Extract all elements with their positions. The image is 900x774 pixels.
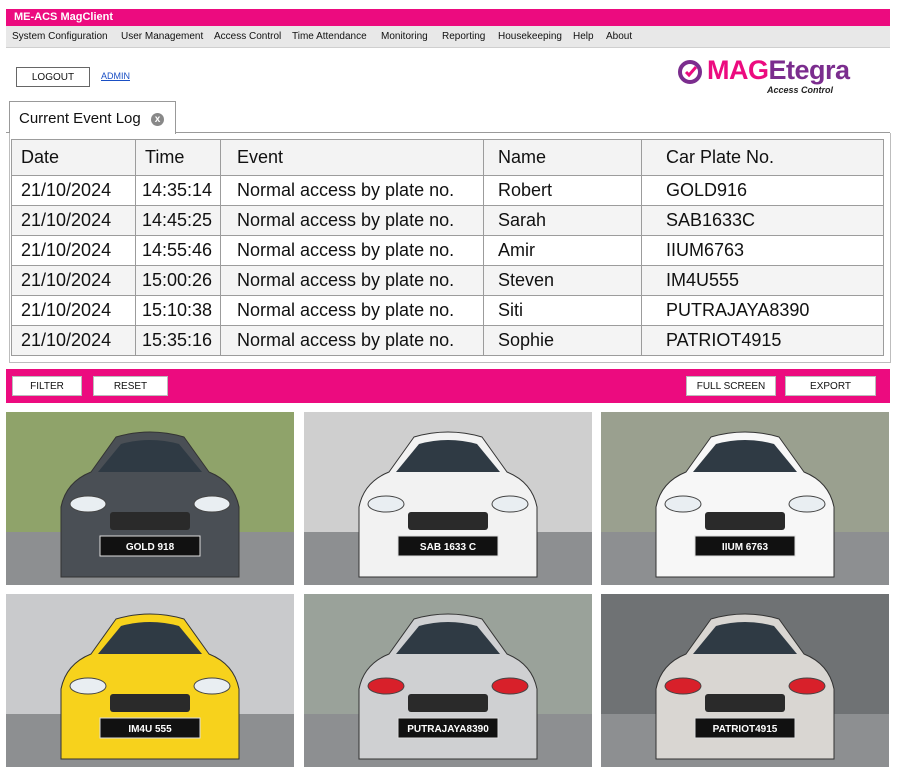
table-row[interactable]: 21/10/2024 14:55:46 Normal access by plate… [11, 235, 884, 266]
cell-event: Normal access by plate no. [220, 295, 484, 326]
cell-time: 14:55:46 [135, 235, 221, 266]
plate-text: IM4U 555 [128, 724, 172, 735]
cell-name: Amir [483, 235, 642, 266]
column-header-car-plate[interactable]: Car Plate No. [641, 139, 884, 176]
cell-car-plate: IM4U555 [641, 265, 884, 296]
plate-capture-photo[interactable]: SAB 1633 C [304, 412, 592, 585]
cell-date: 21/10/2024 [11, 325, 136, 356]
table-row[interactable]: 21/10/2024 15:10:38 Normal access by plate… [11, 295, 884, 326]
menu-system-configuration[interactable]: System Configuration [12, 31, 108, 42]
menu-access-control[interactable]: Access Control [214, 31, 281, 42]
cell-time: 14:35:14 [135, 175, 221, 206]
menu-monitoring[interactable]: Monitoring [381, 31, 428, 42]
cell-date: 21/10/2024 [11, 235, 136, 266]
cell-time: 15:10:38 [135, 295, 221, 326]
filter-button[interactable]: FILTER [12, 376, 82, 396]
reset-button[interactable]: RESET [93, 376, 168, 396]
cell-event: Normal access by plate no. [220, 325, 484, 356]
cell-name: Steven [483, 265, 642, 296]
close-tab-icon[interactable]: x [151, 113, 164, 126]
column-header-name[interactable]: Name [483, 139, 642, 176]
menu-time-attendance[interactable]: Time Attendance [292, 31, 367, 42]
brand-name: MAGEtegra [707, 55, 850, 85]
menu-housekeeping[interactable]: Housekeeping [498, 31, 562, 42]
plate-capture-photo[interactable]: IM4U 555 [6, 594, 294, 767]
plate-text: IIUM 6763 [722, 542, 769, 553]
brand-mark-icon [678, 60, 702, 84]
export-button[interactable]: EXPORT [785, 376, 876, 396]
menu-bar: System Configuration User Management Acc… [6, 26, 890, 48]
menu-reporting[interactable]: Reporting [442, 31, 485, 42]
cell-date: 21/10/2024 [11, 265, 136, 296]
cell-name: Sophie [483, 325, 642, 356]
column-header-time[interactable]: Time [135, 139, 221, 176]
brand-subtitle: Access Control [767, 85, 834, 95]
full-screen-button[interactable]: FULL SCREEN [686, 376, 776, 396]
cell-event: Normal access by plate no. [220, 175, 484, 206]
cell-event: Normal access by plate no. [220, 205, 484, 236]
column-header-event[interactable]: Event [220, 139, 484, 176]
cell-name: Robert [483, 175, 642, 206]
plate-text: PUTRAJAYA8390 [407, 724, 489, 735]
menu-user-management[interactable]: User Management [121, 31, 203, 42]
menu-help[interactable]: Help [573, 31, 594, 42]
cell-event: Normal access by plate no. [220, 235, 484, 266]
menu-about[interactable]: About [606, 31, 632, 42]
cell-car-plate: PUTRAJAYA8390 [641, 295, 884, 326]
app-title-bar: ME-ACS MagClient [6, 9, 890, 26]
table-row[interactable]: 21/10/2024 15:00:26 Normal access by plate… [11, 265, 884, 296]
cell-date: 21/10/2024 [11, 175, 136, 206]
cell-car-plate: PATRIOT4915 [641, 325, 884, 356]
cell-name: Sarah [483, 205, 642, 236]
table-row[interactable]: 21/10/2024 14:35:14 Normal access by plate… [11, 175, 884, 206]
table-row[interactable]: 21/10/2024 15:35:16 Normal access by plate… [11, 325, 884, 356]
cell-time: 15:35:16 [135, 325, 221, 356]
plate-capture-photo[interactable]: PUTRAJAYA8390 [304, 594, 592, 767]
cell-car-plate: SAB1633C [641, 205, 884, 236]
event-log-table: Date Time Event Name Car Plate No. 21/10… [11, 139, 884, 356]
plate-capture-photo[interactable]: GOLD 918 [6, 412, 294, 585]
table-header-row: Date Time Event Name Car Plate No. [11, 139, 884, 176]
cell-date: 21/10/2024 [11, 295, 136, 326]
action-bar: FILTER RESET FULL SCREEN EXPORT [6, 369, 890, 403]
plate-text: PATRIOT4915 [713, 724, 778, 735]
cell-car-plate: GOLD916 [641, 175, 884, 206]
plate-capture-photo[interactable]: PATRIOT4915 [601, 594, 889, 767]
table-row[interactable]: 21/10/2024 14:45:25 Normal access by plate… [11, 205, 884, 236]
plate-capture-photo[interactable]: IIUM 6763 [601, 412, 889, 585]
magetegra-logo: MAGEtegra Access Control [677, 55, 882, 97]
app-title: ME-ACS MagClient [14, 11, 113, 23]
column-header-date[interactable]: Date [11, 139, 136, 176]
cell-time: 15:00:26 [135, 265, 221, 296]
cell-name: Siti [483, 295, 642, 326]
cell-car-plate: IIUM6763 [641, 235, 884, 266]
cell-event: Normal access by plate no. [220, 265, 484, 296]
cell-date: 21/10/2024 [11, 205, 136, 236]
cell-time: 14:45:25 [135, 205, 221, 236]
tab-current-event-log[interactable]: Current Event Log x [9, 101, 176, 134]
logout-button[interactable]: LOGOUT [16, 67, 90, 87]
plate-text: GOLD 918 [126, 542, 175, 553]
tab-label: Current Event Log [19, 110, 141, 127]
current-user-link[interactable]: ADMIN [101, 71, 130, 81]
plate-text: SAB 1633 C [420, 542, 476, 553]
